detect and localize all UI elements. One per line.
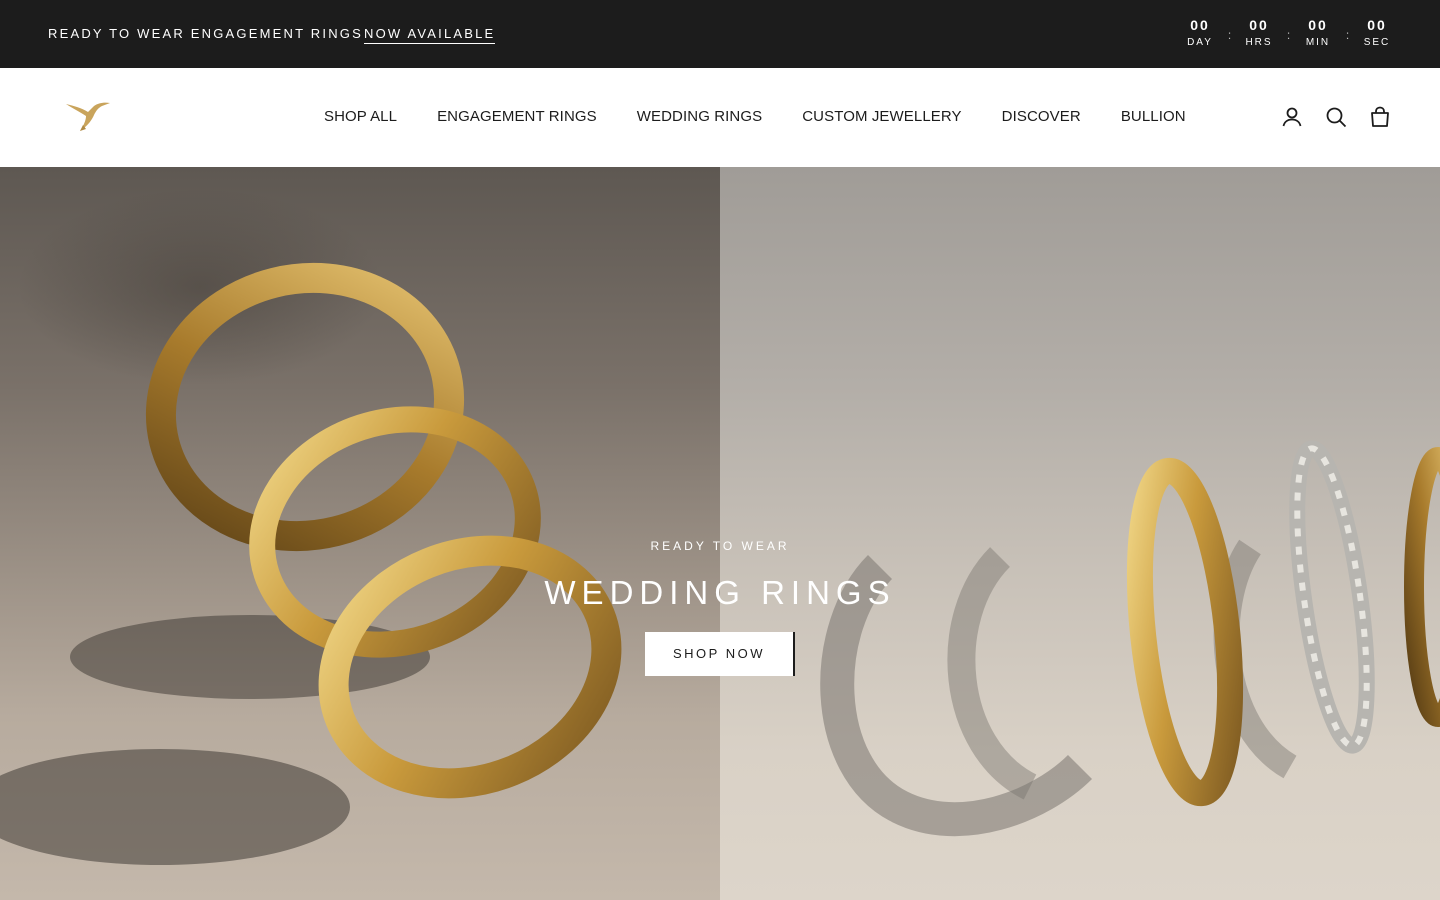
wedding-rings-photo — [0, 262, 1440, 865]
countdown-minutes-value: 00 — [1308, 17, 1328, 33]
countdown-separator: : — [1227, 28, 1232, 42]
countdown-separator: : — [1286, 28, 1291, 42]
search-icon[interactable] — [1324, 105, 1348, 129]
now-available-link[interactable]: NOW AVAILABLE — [364, 26, 496, 44]
hero-banner: READY TO WEAR WEDDING RINGS SHOP NOW — [0, 167, 1440, 900]
hero-kicker: READY TO WEAR — [650, 539, 790, 553]
countdown-seconds: 00 SEC — [1362, 17, 1392, 51]
countdown-minutes-label: MIN — [1305, 37, 1331, 48]
hero-title: WEDDING RINGS — [544, 574, 896, 611]
nav-bullion[interactable]: BULLION — [1121, 108, 1186, 125]
countdown-separator: : — [1345, 28, 1350, 42]
header-actions — [1260, 105, 1392, 129]
countdown-hours: 00 HRS — [1244, 17, 1274, 51]
site-header: SHOP ALL ENGAGEMENT RINGS WEDDING RINGS … — [0, 68, 1440, 167]
countdown-minutes: 00 MIN — [1303, 17, 1333, 51]
countdown-days-value: 00 — [1190, 17, 1210, 33]
countdown-seconds-label: SEC — [1363, 37, 1391, 48]
shop-now-button[interactable]: SHOP NOW — [645, 632, 795, 676]
countdown-timer: 00 DAY : 00 HRS : 00 MIN : 00 SEC — [1185, 17, 1392, 53]
nav-engagement-rings[interactable]: ENGAGEMENT RINGS — [437, 108, 597, 125]
nav-custom-jewellery[interactable]: CUSTOM JEWELLERY — [802, 108, 961, 125]
countdown-days-label: DAY — [1187, 37, 1213, 48]
announcement-text: READY TO WEAR ENGAGEMENT RINGS — [48, 26, 363, 41]
hero-content: READY TO WEAR WEDDING RINGS SHOP NOW — [0, 539, 1440, 676]
nav-discover[interactable]: DISCOVER — [1002, 108, 1081, 125]
account-icon[interactable] — [1280, 105, 1304, 129]
main-navigation: SHOP ALL ENGAGEMENT RINGS WEDDING RINGS … — [324, 108, 1186, 125]
announcement-bar: READY TO WEAR ENGAGEMENT RINGS NOW AVAIL… — [0, 0, 1440, 68]
nav-shop-all[interactable]: SHOP ALL — [324, 108, 397, 125]
nav-wedding-rings[interactable]: WEDDING RINGS — [637, 108, 762, 125]
countdown-hours-label: HRS — [1245, 37, 1273, 48]
hummingbird-logo-icon — [66, 102, 110, 131]
countdown-seconds-value: 00 — [1367, 17, 1387, 33]
countdown-days: 00 DAY — [1185, 17, 1215, 51]
cart-icon[interactable] — [1368, 105, 1392, 129]
countdown-hours-value: 00 — [1249, 17, 1269, 33]
hummingbird-logo[interactable] — [64, 98, 114, 138]
